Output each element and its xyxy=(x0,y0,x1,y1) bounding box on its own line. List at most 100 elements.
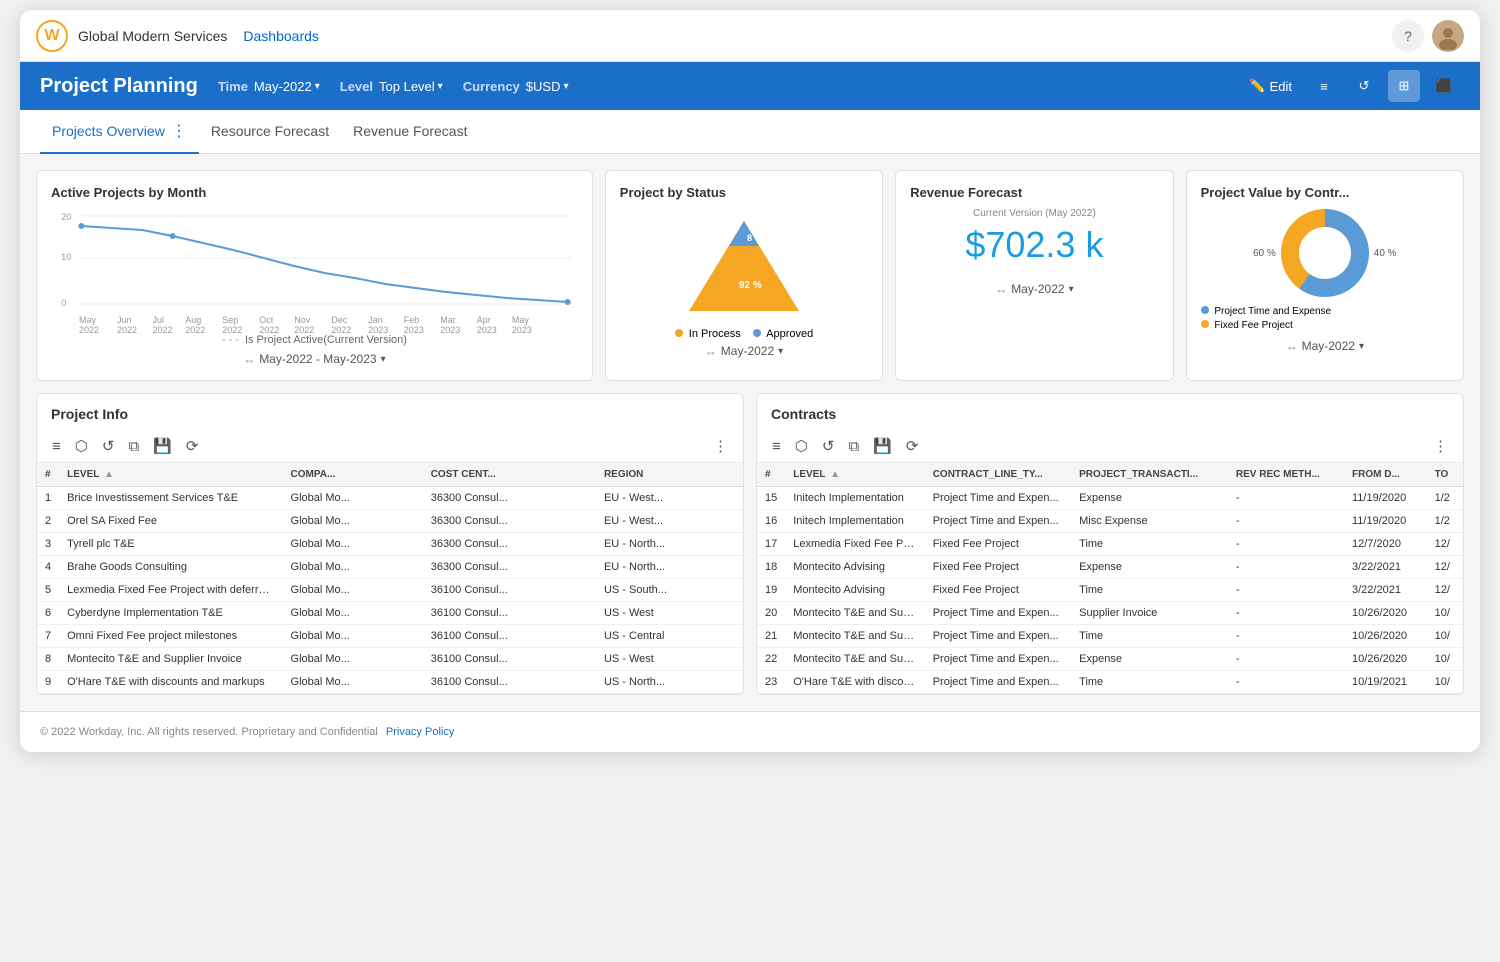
more-contracts-icon[interactable]: ⋮ xyxy=(1430,434,1451,458)
table-cell: US - Central xyxy=(596,625,743,648)
table-cell: 1/2 xyxy=(1427,510,1463,533)
table-cell: 10/26/2020 xyxy=(1344,625,1427,648)
project-status-date-range[interactable]: ↔ May-2022 ▾ xyxy=(620,344,868,358)
project-info-header-row: # LEVEL ▲ COMPA... COST CENT... REGION xyxy=(37,463,743,487)
col-level[interactable]: LEVEL ▲ xyxy=(59,463,282,487)
col-company[interactable]: COMPA... xyxy=(283,463,423,487)
dashboards-link[interactable]: Dashboards xyxy=(243,28,319,44)
contracts-tbody: 15Initech ImplementationProject Time and… xyxy=(757,487,1463,694)
table-row[interactable]: 23O'Hare T&E with discounts and markupsP… xyxy=(757,671,1463,694)
table-cell: Project Time and Expen... xyxy=(925,487,1071,510)
table-cell: 36100 Consul... xyxy=(423,602,596,625)
refresh-toolbar-icon[interactable]: ↺ xyxy=(99,434,118,458)
video-icon-btn[interactable]: ⬛ xyxy=(1428,70,1460,102)
table-row[interactable]: 21Montecito T&E and Supplier InvoiceProj… xyxy=(757,625,1463,648)
table-cell: 36100 Consul... xyxy=(423,648,596,671)
help-icon-btn[interactable]: ? xyxy=(1392,20,1424,52)
edit-button[interactable]: ✏️ Edit xyxy=(1241,74,1300,98)
more-toolbar-icon[interactable]: ⋮ xyxy=(710,434,731,458)
copy-contracts-icon[interactable]: ⧉ xyxy=(845,435,862,458)
table-cell: Lexmedia Fixed Fee Project with deferred xyxy=(785,533,924,556)
col-from-date[interactable]: FROM D... xyxy=(1344,463,1427,487)
table-row[interactable]: 9O'Hare T&E with discounts and markupsGl… xyxy=(37,671,743,694)
revenue-subtitle: Current Version (May 2022) xyxy=(910,208,1158,219)
table-row[interactable]: 7Omni Fixed Fee project milestonesGlobal… xyxy=(37,625,743,648)
col-num: # xyxy=(37,463,59,487)
project-value-date-range[interactable]: ↔ May-2022 ▾ xyxy=(1201,339,1449,353)
revenue-forecast-title: Revenue Forecast xyxy=(910,185,1158,200)
col-project-trans[interactable]: PROJECT_TRANSACTI... xyxy=(1071,463,1228,487)
table-row[interactable]: 18Montecito AdvisingFixed Fee ProjectExp… xyxy=(757,556,1463,579)
page-title: Project Planning xyxy=(40,75,198,98)
table-row[interactable]: 8Montecito T&E and Supplier InvoiceGloba… xyxy=(37,648,743,671)
table-row[interactable]: 3Tyrell plc T&EGlobal Mo...36300 Consul.… xyxy=(37,533,743,556)
table-cell: 10/ xyxy=(1427,602,1463,625)
table-row[interactable]: 4Brahe Goods ConsultingGlobal Mo...36300… xyxy=(37,556,743,579)
table-cell: Global Mo... xyxy=(283,648,423,671)
table-cell: 17 xyxy=(757,533,785,556)
table-cell: Project Time and Expen... xyxy=(925,648,1071,671)
table-cell: Montecito T&E and Supplier Invoice xyxy=(785,602,924,625)
copy-toolbar-icon[interactable]: ⧉ xyxy=(125,435,142,458)
level-value[interactable]: Top Level ▾ xyxy=(379,79,443,94)
col-to-date[interactable]: TO xyxy=(1427,463,1463,487)
col-cost-center[interactable]: COST CENT... xyxy=(423,463,596,487)
pct-60-label: 60 % xyxy=(1253,248,1276,259)
table-cell: 36300 Consul... xyxy=(423,510,596,533)
table-cell: Fixed Fee Project xyxy=(925,556,1071,579)
filter-toolbar-icon[interactable]: ≡ xyxy=(49,435,64,458)
col-level-c[interactable]: LEVEL ▲ xyxy=(785,463,924,487)
footer-privacy-link[interactable]: Privacy Policy xyxy=(386,726,454,738)
tab-options-icon[interactable]: ⋮ xyxy=(171,121,187,141)
currency-value[interactable]: $USD ▾ xyxy=(526,79,569,94)
tab-resource-forecast-label: Resource Forecast xyxy=(211,123,329,139)
table-row[interactable]: 5Lexmedia Fixed Fee Project with deferre… xyxy=(37,579,743,602)
tab-resource-forecast[interactable]: Resource Forecast xyxy=(199,110,341,154)
refresh-icon-btn[interactable]: ↺ xyxy=(1348,70,1380,102)
logo-letter: W xyxy=(44,27,59,45)
refresh-contracts-icon[interactable]: ↺ xyxy=(819,434,838,458)
project-info-thead: # LEVEL ▲ COMPA... COST CENT... REGION xyxy=(37,463,743,487)
table-cell: 2 xyxy=(37,510,59,533)
col-rev-rec[interactable]: REV REC METH... xyxy=(1228,463,1344,487)
table-cell: 18 xyxy=(757,556,785,579)
table-row[interactable]: 17Lexmedia Fixed Fee Project with deferr… xyxy=(757,533,1463,556)
table-row[interactable]: 1Brice Investissement Services T&EGlobal… xyxy=(37,487,743,510)
table-row[interactable]: 16Initech ImplementationProject Time and… xyxy=(757,510,1463,533)
table-cell: Time xyxy=(1071,533,1228,556)
table-row[interactable]: 15Initech ImplementationProject Time and… xyxy=(757,487,1463,510)
col-contract-type[interactable]: CONTRACT_LINE_TY... xyxy=(925,463,1071,487)
export-contracts-icon[interactable]: ⬡ xyxy=(792,434,811,458)
table-cell: Misc Expense xyxy=(1071,510,1228,533)
revenue-date-range[interactable]: ↔ May-2022 ▾ xyxy=(910,282,1158,296)
filter-icon-btn[interactable]: ≡ xyxy=(1308,70,1340,102)
table-row[interactable]: 2Orel SA Fixed FeeGlobal Mo...36300 Cons… xyxy=(37,510,743,533)
col-region[interactable]: REGION xyxy=(596,463,743,487)
table-cell: Brahe Goods Consulting xyxy=(59,556,282,579)
user-avatar[interactable] xyxy=(1432,20,1464,52)
header-actions: ✏️ Edit ≡ ↺ ⊞ ⬛ xyxy=(1241,70,1460,102)
x-label-3: Jul 2022 xyxy=(153,315,186,335)
tab-projects-overview[interactable]: Projects Overview ⋮ xyxy=(40,110,199,154)
table-row[interactable]: 19Montecito AdvisingFixed Fee ProjectTim… xyxy=(757,579,1463,602)
reload-contracts-icon[interactable]: ⟳ xyxy=(903,434,922,458)
reload-toolbar-icon[interactable]: ⟳ xyxy=(183,434,202,458)
tab-revenue-forecast[interactable]: Revenue Forecast xyxy=(341,110,479,154)
active-projects-date-range[interactable]: ↔ May-2022 - May-2023 ▾ xyxy=(51,352,578,366)
save-contracts-icon[interactable]: 💾 xyxy=(870,434,895,458)
table-row[interactable]: 22Montecito T&E and Supplier InvoiceProj… xyxy=(757,648,1463,671)
table-row[interactable]: 20Montecito T&E and Supplier InvoiceProj… xyxy=(757,602,1463,625)
table-row[interactable]: 6Cyberdyne Implementation T&EGlobal Mo..… xyxy=(37,602,743,625)
export-toolbar-icon[interactable]: ⬡ xyxy=(72,434,91,458)
time-value[interactable]: May-2022 ▾ xyxy=(254,79,320,94)
table-cell: Brice Investissement Services T&E xyxy=(59,487,282,510)
contracts-thead: # LEVEL ▲ CONTRACT_LINE_TY... PROJECT_TR… xyxy=(757,463,1463,487)
x-label-4: Aug 2022 xyxy=(185,315,222,335)
company-name: Global Modern Services xyxy=(78,28,227,44)
table-cell: 19 xyxy=(757,579,785,602)
filter-contracts-icon[interactable]: ≡ xyxy=(769,435,784,458)
svg-text:92 %: 92 % xyxy=(739,280,762,291)
save-toolbar-icon[interactable]: 💾 xyxy=(150,434,175,458)
grid-icon-btn[interactable]: ⊞ xyxy=(1388,70,1420,102)
table-cell: Montecito T&E and Supplier Invoice xyxy=(785,648,924,671)
